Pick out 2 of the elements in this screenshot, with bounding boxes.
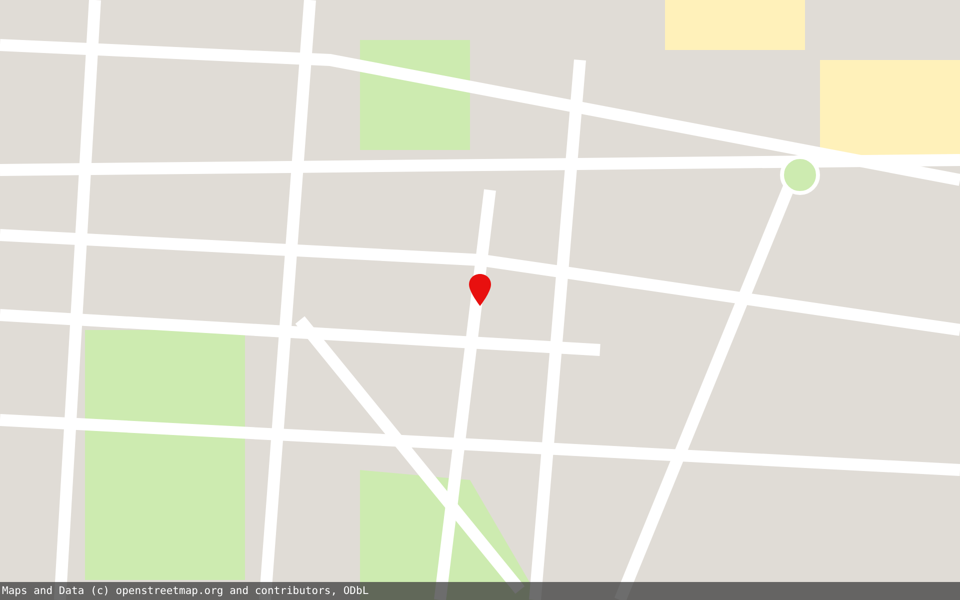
- map-pin-icon[interactable]: [469, 274, 491, 306]
- attribution-text: Maps and Data (c) openstreetmap.org and contributors, ODbL: [2, 584, 369, 598]
